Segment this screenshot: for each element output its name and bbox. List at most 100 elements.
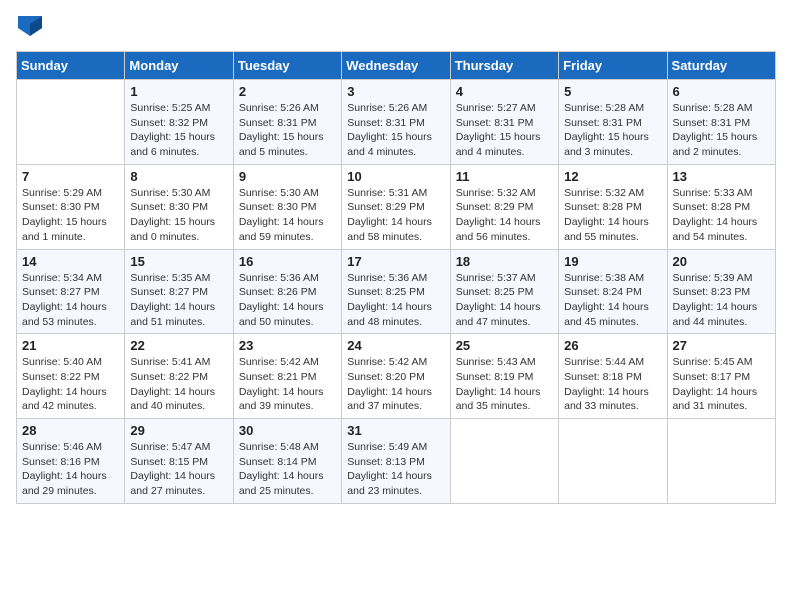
calendar-week-row: 21 Sunrise: 5:40 AM Sunset: 8:22 PM Dayli…: [17, 334, 776, 419]
day-number: 21: [22, 338, 119, 353]
calendar-cell: 9 Sunrise: 5:30 AM Sunset: 8:30 PM Daylig…: [233, 164, 341, 249]
calendar-cell: [667, 419, 775, 504]
day-number: 25: [456, 338, 553, 353]
day-info: Sunrise: 5:32 AM Sunset: 8:29 PM Dayligh…: [456, 186, 553, 245]
calendar-header-thursday: Thursday: [450, 52, 558, 80]
day-info: Sunrise: 5:29 AM Sunset: 8:30 PM Dayligh…: [22, 186, 119, 245]
calendar-cell: 31 Sunrise: 5:49 AM Sunset: 8:13 PM Dayli…: [342, 419, 450, 504]
calendar-week-row: 14 Sunrise: 5:34 AM Sunset: 8:27 PM Dayli…: [17, 249, 776, 334]
day-number: 11: [456, 169, 553, 184]
day-number: 9: [239, 169, 336, 184]
calendar-cell: [17, 80, 125, 165]
day-number: 7: [22, 169, 119, 184]
calendar-cell: 6 Sunrise: 5:28 AM Sunset: 8:31 PM Daylig…: [667, 80, 775, 165]
day-number: 26: [564, 338, 661, 353]
day-number: 15: [130, 254, 227, 269]
calendar-cell: 15 Sunrise: 5:35 AM Sunset: 8:27 PM Dayli…: [125, 249, 233, 334]
day-number: 5: [564, 84, 661, 99]
calendar-cell: 30 Sunrise: 5:48 AM Sunset: 8:14 PM Dayli…: [233, 419, 341, 504]
day-number: 12: [564, 169, 661, 184]
calendar-cell: 22Sunrise: 5:41 AM Sunset: 8:22 PM Dayli…: [125, 334, 233, 419]
day-number: 13: [673, 169, 770, 184]
calendar-week-row: 1Sunrise: 5:25 AM Sunset: 8:32 PM Daylig…: [17, 80, 776, 165]
calendar-cell: 2 Sunrise: 5:26 AM Sunset: 8:31 PM Daylig…: [233, 80, 341, 165]
calendar-cell: 26 Sunrise: 5:44 AM Sunset: 8:18 PM Dayli…: [559, 334, 667, 419]
day-info: Sunrise: 5:40 AM Sunset: 8:22 PM Dayligh…: [22, 355, 119, 414]
day-info: Sunrise: 5:44 AM Sunset: 8:18 PM Dayligh…: [564, 355, 661, 414]
day-number: 23: [239, 338, 336, 353]
calendar-cell: 27 Sunrise: 5:45 AM Sunset: 8:17 PM Dayli…: [667, 334, 775, 419]
day-info: Sunrise: 5:31 AM Sunset: 8:29 PM Dayligh…: [347, 186, 444, 245]
calendar-cell: 24 Sunrise: 5:42 AM Sunset: 8:20 PM Dayli…: [342, 334, 450, 419]
day-info: Sunrise: 5:37 AM Sunset: 8:25 PM Dayligh…: [456, 271, 553, 330]
day-info: Sunrise: 5:42 AM Sunset: 8:21 PM Dayligh…: [239, 355, 336, 414]
day-info: Sunrise: 5:28 AM Sunset: 8:31 PM Dayligh…: [564, 101, 661, 160]
day-info: Sunrise: 5:32 AM Sunset: 8:28 PM Dayligh…: [564, 186, 661, 245]
day-number: 4: [456, 84, 553, 99]
day-number: 6: [673, 84, 770, 99]
day-number: 19: [564, 254, 661, 269]
calendar-table: SundayMondayTuesdayWednesdayThursdayFrid…: [16, 51, 776, 504]
day-number: 31: [347, 423, 444, 438]
calendar-cell: 10 Sunrise: 5:31 AM Sunset: 8:29 PM Dayli…: [342, 164, 450, 249]
day-info: Sunrise: 5:33 AM Sunset: 8:28 PM Dayligh…: [673, 186, 770, 245]
calendar-header-friday: Friday: [559, 52, 667, 80]
day-number: 17: [347, 254, 444, 269]
calendar-cell: 19 Sunrise: 5:38 AM Sunset: 8:24 PM Dayli…: [559, 249, 667, 334]
calendar-cell: 20Sunrise: 5:39 AM Sunset: 8:23 PM Dayli…: [667, 249, 775, 334]
day-info: Sunrise: 5:35 AM Sunset: 8:27 PM Dayligh…: [130, 271, 227, 330]
calendar-cell: 25Sunrise: 5:43 AM Sunset: 8:19 PM Dayli…: [450, 334, 558, 419]
day-info: Sunrise: 5:38 AM Sunset: 8:24 PM Dayligh…: [564, 271, 661, 330]
calendar-cell: 4 Sunrise: 5:27 AM Sunset: 8:31 PM Daylig…: [450, 80, 558, 165]
day-info: Sunrise: 5:25 AM Sunset: 8:32 PM Dayligh…: [130, 101, 227, 160]
day-number: 27: [673, 338, 770, 353]
day-number: 8: [130, 169, 227, 184]
logo-wordmark: [16, 16, 42, 41]
calendar-cell: 3Sunrise: 5:26 AM Sunset: 8:31 PM Daylig…: [342, 80, 450, 165]
day-info: Sunrise: 5:30 AM Sunset: 8:30 PM Dayligh…: [239, 186, 336, 245]
calendar-cell: 17 Sunrise: 5:36 AM Sunset: 8:25 PM Dayli…: [342, 249, 450, 334]
day-info: Sunrise: 5:41 AM Sunset: 8:22 PM Dayligh…: [130, 355, 227, 414]
day-info: Sunrise: 5:45 AM Sunset: 8:17 PM Dayligh…: [673, 355, 770, 414]
calendar-cell: 23 Sunrise: 5:42 AM Sunset: 8:21 PM Dayli…: [233, 334, 341, 419]
day-info: Sunrise: 5:36 AM Sunset: 8:25 PM Dayligh…: [347, 271, 444, 330]
logo-icon: [18, 16, 42, 36]
day-info: Sunrise: 5:47 AM Sunset: 8:15 PM Dayligh…: [130, 440, 227, 499]
day-number: 14: [22, 254, 119, 269]
calendar-cell: 11 Sunrise: 5:32 AM Sunset: 8:29 PM Dayli…: [450, 164, 558, 249]
calendar-week-row: 28 Sunrise: 5:46 AM Sunset: 8:16 PM Dayli…: [17, 419, 776, 504]
calendar-cell: 14 Sunrise: 5:34 AM Sunset: 8:27 PM Dayli…: [17, 249, 125, 334]
day-info: Sunrise: 5:26 AM Sunset: 8:31 PM Dayligh…: [239, 101, 336, 160]
calendar-header-row: SundayMondayTuesdayWednesdayThursdayFrid…: [17, 52, 776, 80]
day-info: Sunrise: 5:28 AM Sunset: 8:31 PM Dayligh…: [673, 101, 770, 160]
day-number: 24: [347, 338, 444, 353]
calendar-header-saturday: Saturday: [667, 52, 775, 80]
calendar-cell: 12 Sunrise: 5:32 AM Sunset: 8:28 PM Dayli…: [559, 164, 667, 249]
calendar-week-row: 7 Sunrise: 5:29 AM Sunset: 8:30 PM Daylig…: [17, 164, 776, 249]
calendar-cell: 13 Sunrise: 5:33 AM Sunset: 8:28 PM Dayli…: [667, 164, 775, 249]
calendar-header-wednesday: Wednesday: [342, 52, 450, 80]
calendar-header-monday: Monday: [125, 52, 233, 80]
calendar-cell: [450, 419, 558, 504]
day-number: 30: [239, 423, 336, 438]
day-info: Sunrise: 5:42 AM Sunset: 8:20 PM Dayligh…: [347, 355, 444, 414]
day-info: Sunrise: 5:27 AM Sunset: 8:31 PM Dayligh…: [456, 101, 553, 160]
calendar-header-sunday: Sunday: [17, 52, 125, 80]
calendar-cell: 5 Sunrise: 5:28 AM Sunset: 8:31 PM Daylig…: [559, 80, 667, 165]
day-info: Sunrise: 5:39 AM Sunset: 8:23 PM Dayligh…: [673, 271, 770, 330]
header: [16, 16, 776, 41]
day-info: Sunrise: 5:34 AM Sunset: 8:27 PM Dayligh…: [22, 271, 119, 330]
day-number: 2: [239, 84, 336, 99]
day-info: Sunrise: 5:48 AM Sunset: 8:14 PM Dayligh…: [239, 440, 336, 499]
day-info: Sunrise: 5:49 AM Sunset: 8:13 PM Dayligh…: [347, 440, 444, 499]
day-info: Sunrise: 5:46 AM Sunset: 8:16 PM Dayligh…: [22, 440, 119, 499]
day-number: 29: [130, 423, 227, 438]
day-number: 28: [22, 423, 119, 438]
day-number: 10: [347, 169, 444, 184]
day-info: Sunrise: 5:36 AM Sunset: 8:26 PM Dayligh…: [239, 271, 336, 330]
day-number: 18: [456, 254, 553, 269]
calendar-cell: 7 Sunrise: 5:29 AM Sunset: 8:30 PM Daylig…: [17, 164, 125, 249]
calendar-cell: 29 Sunrise: 5:47 AM Sunset: 8:15 PM Dayli…: [125, 419, 233, 504]
calendar-header-tuesday: Tuesday: [233, 52, 341, 80]
calendar-cell: [559, 419, 667, 504]
